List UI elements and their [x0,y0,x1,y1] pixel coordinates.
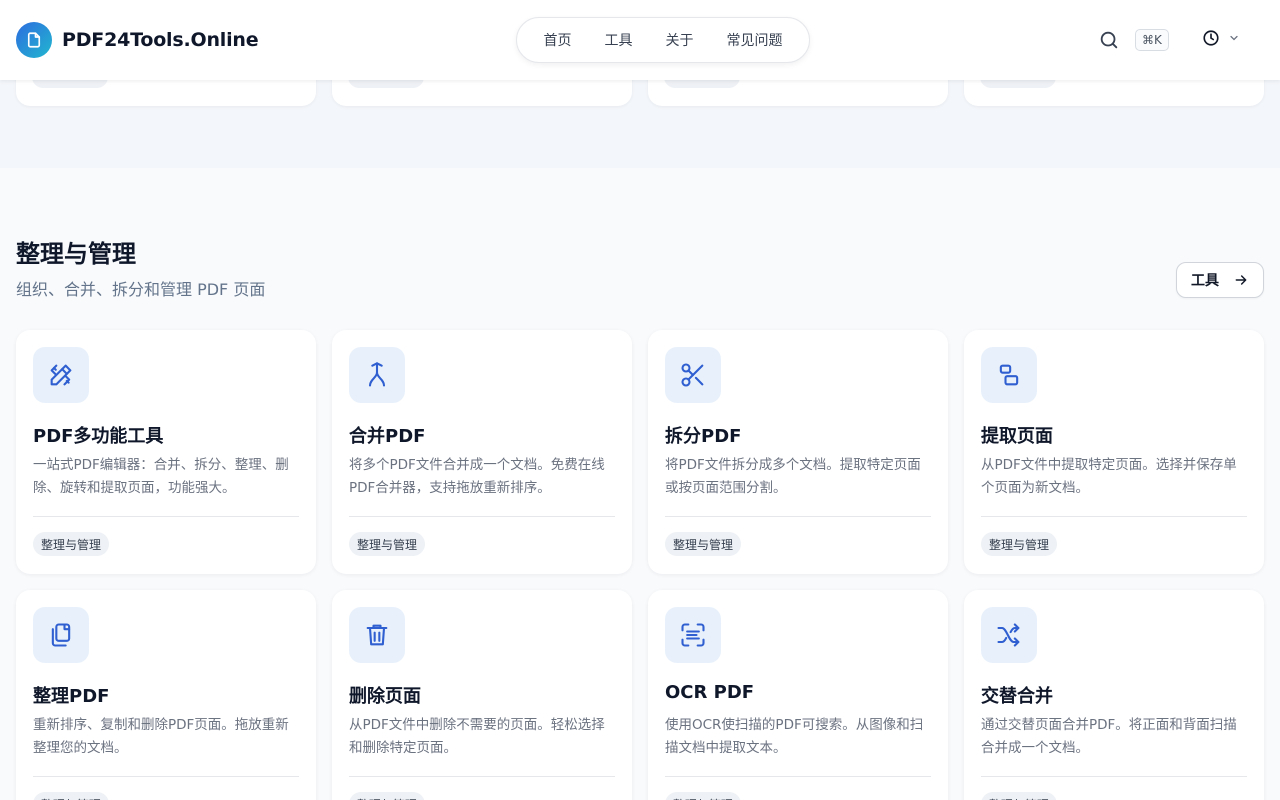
card-divider [349,516,615,517]
site-header: PDF24Tools.Online 首页 工具 关于 常见问题 ⌘K [0,0,1280,80]
file-icon [16,22,52,58]
card-title: 拆分PDF [665,426,742,447]
tool-card-delete-pages[interactable]: 删除页面 从PDF文件中删除不需要的页面。轻松选择和删除特定页面。 整理与管理 [332,590,632,800]
main-nav: 首页 工具 关于 常见问题 [516,17,810,63]
copy-pages-icon [33,607,89,663]
card-description: 重新排序、复制和删除PDF页面。拖放重新整理您的文档。 [33,717,289,756]
card-divider [665,516,931,517]
scan-text-icon [665,607,721,663]
brand-logo-link[interactable]: PDF24Tools.Online [16,22,259,58]
card-title: 整理PDF [33,686,110,707]
nav-item-about[interactable]: 关于 [658,24,702,56]
tool-card-ocr-pdf[interactable]: OCR PDF 使用OCR使扫描的PDF可搜索。从图像和扫描文档中提取文本。 整… [648,590,948,800]
tool-card-extract-pages[interactable]: 提取页面 从PDF文件中提取特定页面。选择并保存单个页面为新文档。 整理与管理 [964,330,1264,574]
shuffle-icon [981,607,1037,663]
scissors-icon [665,347,721,403]
card-title: 提取页面 [981,426,1053,447]
card-divider [981,516,1247,517]
card-divider [665,776,931,777]
card-title: OCR PDF [665,682,755,703]
search-icon[interactable] [1098,29,1120,51]
card-divider [981,776,1247,777]
category-tag[interactable]: 整理与管理 [349,532,426,556]
brand-name: PDF24Tools.Online [62,29,259,51]
pencil-ruler-icon [33,347,89,403]
card-divider [33,776,299,777]
clock-icon [1202,29,1220,47]
history-button[interactable] [1202,29,1240,47]
card-title: 合并PDF [349,426,426,447]
card-description: 通过交替页面合并PDF。将正面和背面扫描合并成一个文档。 [981,717,1237,756]
category-tag[interactable]: 整理与管理 [33,792,110,800]
card-divider [33,516,299,517]
chevron-down-icon [1228,32,1240,44]
card-description: 从PDF文件中删除不需要的页面。轻松选择和删除特定页面。 [349,717,605,756]
section-title: 整理与管理 [16,240,136,268]
category-tag[interactable]: 整理与管理 [981,532,1058,556]
card-title: 删除页面 [349,686,421,707]
arrow-right-icon [1233,272,1249,288]
card-description: 从PDF文件中提取特定页面。选择并保存单个页面为新文档。 [981,457,1237,496]
card-divider [349,776,615,777]
view-tools-button[interactable]: 工具 [1176,262,1264,298]
merge-icon [349,347,405,403]
category-tag[interactable]: 整理与管理 [33,532,110,556]
tool-card-organize-pdf[interactable]: 整理PDF 重新排序、复制和删除PDF页面。拖放重新整理您的文档。 整理与管理 [16,590,316,800]
section-subtitle: 组织、合并、拆分和管理 PDF 页面 [16,280,266,299]
card-description: 将多个PDF文件合并成一个文档。免费在线PDF合并器，支持拖放重新排序。 [349,457,605,496]
nav-item-tools[interactable]: 工具 [597,24,641,56]
card-title: 交替合并 [981,686,1053,707]
card-description: 使用OCR使扫描的PDF可搜索。从图像和扫描文档中提取文本。 [665,717,924,756]
category-tag[interactable]: 整理与管理 [665,792,742,800]
nav-item-faq[interactable]: 常见问题 [719,24,791,56]
category-tag[interactable]: 整理与管理 [665,532,742,556]
nav-item-home[interactable]: 首页 [536,24,580,56]
tool-card-pdf-multitool[interactable]: PDF多功能工具 一站式PDF编辑器：合并、拆分、整理、删除、旋转和提取页面，功… [16,330,316,574]
search-shortcut-hint: ⌘K [1135,29,1169,51]
category-tag[interactable]: 整理与管理 [349,792,426,800]
view-tools-label: 工具 [1191,273,1219,289]
tool-card-alternate-merge[interactable]: 交替合并 通过交替页面合并PDF。将正面和背面扫描合并成一个文档。 整理与管理 [964,590,1264,800]
extract-pages-icon [981,347,1037,403]
tool-card-merge-pdf[interactable]: 合并PDF 将多个PDF文件合并成一个文档。免费在线PDF合并器，支持拖放重新排… [332,330,632,574]
trash-icon [349,607,405,663]
card-title: PDF多功能工具 [33,426,164,447]
card-description: 将PDF文件拆分成多个文档。提取特定页面或按页面范围分割。 [665,457,921,496]
category-tag[interactable]: 整理与管理 [981,792,1058,800]
card-description: 一站式PDF编辑器：合并、拆分、整理、删除、旋转和提取页面，功能强大。 [33,457,289,496]
tool-card-split-pdf[interactable]: 拆分PDF 将PDF文件拆分成多个文档。提取特定页面或按页面范围分割。 整理与管… [648,330,948,574]
